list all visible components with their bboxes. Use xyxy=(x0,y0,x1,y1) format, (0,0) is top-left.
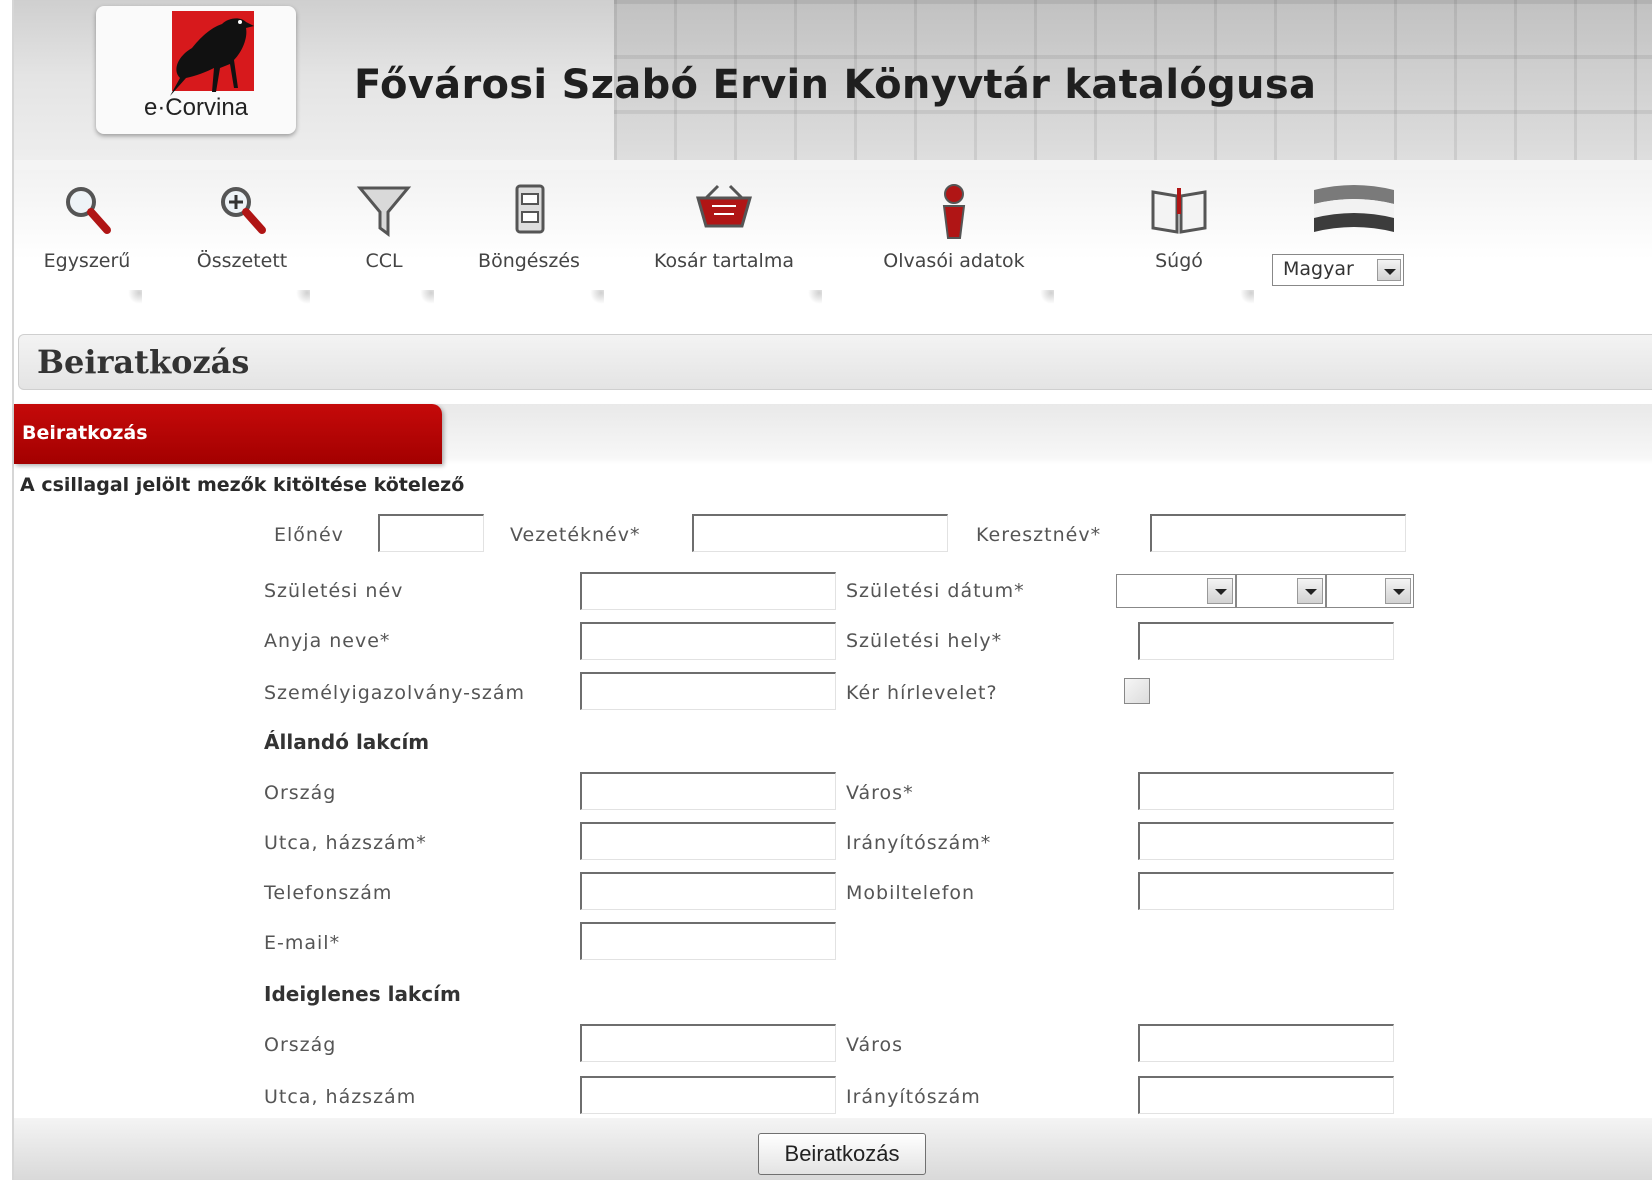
birth-date-label: Születési dátum* xyxy=(846,580,1025,602)
temp-street-label: Utca, házszám xyxy=(264,1086,417,1108)
birth-month-select[interactable] xyxy=(1236,574,1326,608)
birth-day-select[interactable] xyxy=(1326,574,1414,608)
toolbar-basket[interactable]: Kosár tartalma xyxy=(626,170,822,320)
birth-place-input[interactable] xyxy=(1138,622,1394,660)
chevron-down-icon xyxy=(1207,578,1233,604)
header-banner: e·Corvina Fővárosi Szabó Ervin Könyvtár … xyxy=(14,0,1652,170)
prefix-label: Előnév xyxy=(274,524,344,546)
main-toolbar: Egyszerű Összetett CCL Böngészés Kosár t… xyxy=(14,170,1652,320)
toolbar-ccl[interactable]: CCL xyxy=(334,170,434,320)
first-name-input[interactable] xyxy=(1150,514,1406,552)
corner-shadow xyxy=(1240,290,1254,304)
perm-zip-input[interactable] xyxy=(1138,822,1394,860)
temp-country-input[interactable] xyxy=(580,1024,836,1062)
chevron-down-icon xyxy=(1385,578,1411,604)
toolbar-advanced-search[interactable]: Összetett xyxy=(174,170,310,320)
birth-year-select[interactable] xyxy=(1116,574,1236,608)
page-title-bar: Beiratkozás xyxy=(18,334,1652,390)
toolbar-label: Összetett xyxy=(196,250,288,272)
perm-city-label: Város* xyxy=(846,782,914,804)
toolbar-label: Olvasói adatok xyxy=(883,250,1025,272)
language-select[interactable]: Magyar xyxy=(1272,254,1404,286)
chevron-down-icon xyxy=(1377,259,1401,281)
corner-shadow xyxy=(590,290,604,304)
mother-name-label: Anyja neve* xyxy=(264,630,391,652)
perm-country-label: Ország xyxy=(264,782,337,804)
birth-place-label: Születési hely* xyxy=(846,630,1003,652)
temp-zip-input[interactable] xyxy=(1138,1076,1394,1114)
birth-name-label: Születési név xyxy=(264,580,404,602)
hungarian-flag-icon xyxy=(1314,185,1394,232)
raven-icon xyxy=(170,18,254,96)
newsletter-checkbox[interactable] xyxy=(1124,678,1150,704)
mobile-input[interactable] xyxy=(1138,872,1394,910)
mother-name-input[interactable] xyxy=(580,622,836,660)
magnifier-plus-icon xyxy=(221,187,266,234)
id-number-label: Személyigazolvány-szám xyxy=(264,682,526,704)
prefix-input[interactable] xyxy=(378,514,484,552)
perm-city-input[interactable] xyxy=(1138,772,1394,810)
email-label: E-mail* xyxy=(264,932,341,954)
toolbar-label: Egyszerű xyxy=(43,250,131,272)
temp-zip-label: Irányítószám xyxy=(846,1086,981,1108)
perm-zip-label: Irányítószám* xyxy=(846,832,992,854)
toolbar-help[interactable]: Súgó xyxy=(1104,170,1254,320)
toolbar-simple-search[interactable]: Egyszerű xyxy=(32,170,142,320)
magnifier-icon xyxy=(66,187,111,234)
reader-icon xyxy=(942,184,966,239)
temp-city-input[interactable] xyxy=(1138,1024,1394,1062)
corner-shadow xyxy=(808,290,822,304)
tab-label: Beiratkozás xyxy=(22,422,148,444)
id-number-input[interactable] xyxy=(580,672,836,710)
basket-icon xyxy=(696,184,752,228)
site-title: Fővárosi Szabó Ervin Könyvtár katalógusa xyxy=(354,62,1317,108)
toolbar-browse[interactable]: Böngészés xyxy=(454,170,604,320)
funnel-icon xyxy=(356,186,412,237)
book-icon xyxy=(1151,188,1207,234)
newsletter-label: Kér hírlevelet? xyxy=(846,682,998,704)
phone-input[interactable] xyxy=(580,872,836,910)
chevron-down-icon xyxy=(1297,578,1323,604)
page-title: Beiratkozás xyxy=(37,343,250,381)
corner-shadow xyxy=(1040,290,1054,304)
toolbar-label: CCL xyxy=(365,250,403,272)
permanent-address-heading: Állandó lakcím xyxy=(264,730,430,754)
perm-street-label: Utca, házszám* xyxy=(264,832,427,854)
phone-label: Telefonszám xyxy=(264,882,393,904)
perm-country-input[interactable] xyxy=(580,772,836,810)
last-name-label: Vezetéknév* xyxy=(510,524,641,546)
logo-text: e·Corvina xyxy=(143,94,249,121)
toolbar-reader-data[interactable]: Olvasói adatok xyxy=(854,170,1054,320)
ecorvina-logo[interactable]: e·Corvina xyxy=(96,6,296,134)
last-name-input[interactable] xyxy=(692,514,948,552)
corner-shadow xyxy=(296,290,310,304)
mobile-label: Mobiltelefon xyxy=(846,882,976,904)
language-select-value: Magyar xyxy=(1283,258,1354,280)
corner-shadow xyxy=(128,290,142,304)
temp-street-input[interactable] xyxy=(580,1076,836,1114)
toolbar-label: Böngészés xyxy=(478,250,580,272)
drawer-icon xyxy=(515,184,545,234)
temp-country-label: Ország xyxy=(264,1034,337,1056)
required-fields-notice: A csillagal jelölt mezők kitöltése kötel… xyxy=(20,474,465,496)
toolbar-label: Kosár tartalma xyxy=(654,250,794,272)
temporary-address-heading: Ideiglenes lakcím xyxy=(264,982,461,1006)
header-stripe xyxy=(14,160,1652,170)
first-name-label: Keresztnév* xyxy=(976,524,1102,546)
tab-registration[interactable]: Beiratkozás xyxy=(14,404,442,464)
tab-strip: Beiratkozás xyxy=(14,404,1652,464)
corner-shadow xyxy=(420,290,434,304)
birth-name-input[interactable] xyxy=(580,572,836,610)
email-input[interactable] xyxy=(580,922,836,960)
temp-city-label: Város xyxy=(846,1034,904,1056)
register-button[interactable]: Beiratkozás xyxy=(758,1133,926,1175)
toolbar-label: Súgó xyxy=(1155,250,1203,272)
perm-street-input[interactable] xyxy=(580,822,836,860)
